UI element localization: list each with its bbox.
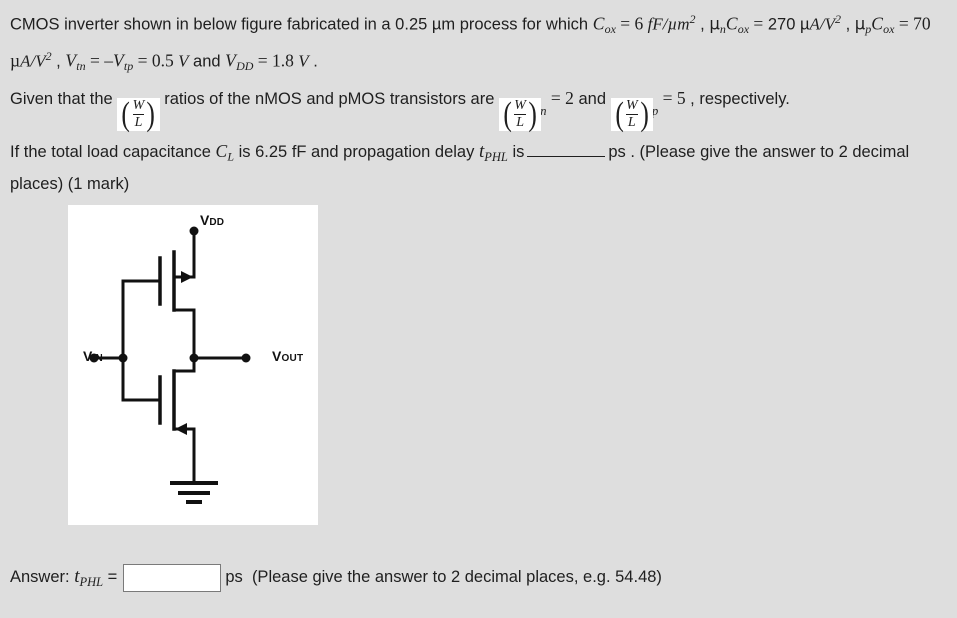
figure-label-vin: VIN xyxy=(83,348,103,364)
line3-tail-text: , respectively. xyxy=(685,89,790,108)
vout-label-subscript: OUT xyxy=(281,353,304,364)
pmos-source-arrow-icon xyxy=(181,271,193,283)
vout-junction-dot xyxy=(189,353,199,363)
line3-mid-text: ratios of the nMOS and pMOS transistors … xyxy=(159,89,499,108)
question-paragraph-3: If the total load capacitance CL is 6.25… xyxy=(10,138,950,198)
wl-ratio-fraction-p: (W L) xyxy=(610,95,653,133)
question-page: CMOS inverter shown in below figure fabr… xyxy=(0,0,957,618)
volt-unit-1: V xyxy=(178,51,189,71)
vdd-equals: = 1.8 xyxy=(253,50,299,71)
vin-label-subscript: IN xyxy=(92,353,103,364)
figure-label-vdd: VDD xyxy=(200,212,224,228)
mup-cox-subscript: ox xyxy=(883,21,895,36)
mun-cox-subscript: ox xyxy=(737,21,750,36)
wl-numerator: W xyxy=(132,98,145,114)
vin-label-text: V xyxy=(83,348,93,364)
line3-lead-text: Given that the xyxy=(10,89,118,108)
mu-p-symbol: µ xyxy=(854,14,866,34)
vdd-symbol: V xyxy=(225,50,237,71)
right-paren-icon: ) xyxy=(528,95,537,133)
volt-unit-2: V xyxy=(298,51,309,71)
tphl-subscript: PHL xyxy=(484,149,508,164)
and-text-1: and xyxy=(188,52,226,71)
line2-period: . xyxy=(308,52,318,71)
wl-numerator: W xyxy=(514,98,526,114)
answer-equals: = xyxy=(103,568,118,586)
vdd-label-subscript: DD xyxy=(209,217,225,228)
wl-denominator: L xyxy=(134,115,143,131)
and-text-2: and xyxy=(573,89,611,108)
wl-ratio-fraction: (W L) xyxy=(117,95,160,133)
vtp-symbol: V xyxy=(112,50,124,71)
line4-mid-text: is 6.25 fF and propagation delay xyxy=(234,143,479,162)
answer-label: Answer: xyxy=(10,568,75,586)
mu-n-symbol: µ xyxy=(709,14,720,34)
line2-value-1: 270 µ xyxy=(767,15,810,34)
vin-junction-dot xyxy=(118,353,128,363)
separator-1: , xyxy=(695,15,710,34)
line4-is-text: is xyxy=(507,143,525,162)
cmos-inverter-schematic xyxy=(89,226,251,504)
answer-unit: ps xyxy=(225,568,243,586)
question-text: CMOS inverter shown in below figure fabr… xyxy=(10,6,950,198)
line2-unit-2: A/V xyxy=(20,51,46,71)
vdd-subscript: DD xyxy=(236,58,254,73)
cox-subscript: ox xyxy=(604,21,616,36)
right-paren-icon: ) xyxy=(146,95,156,133)
vtn-symbol: V xyxy=(65,50,77,71)
answer-hint: (Please give the answer to 2 decimal pla… xyxy=(251,568,662,586)
wl-p-group: (W L) p = 5 xyxy=(610,87,686,132)
left-paren-icon: ( xyxy=(121,95,131,133)
line4-lead-text: If the total load capacitance xyxy=(10,143,216,162)
answer-row: Answer: tPHL = ps (Please give the answer… xyxy=(10,562,662,597)
vtp-equals: = 0.5 xyxy=(133,50,179,71)
vtp-subscript: tp xyxy=(123,58,134,73)
separator-2: , xyxy=(840,15,855,34)
answer-input[interactable] xyxy=(123,563,222,592)
nmos-source-arrow-icon xyxy=(175,423,187,435)
mup-cox-symbol: C xyxy=(871,13,884,34)
left-paren-icon: ( xyxy=(615,95,624,133)
answer-blank-underline xyxy=(527,143,606,158)
figure-label-vout: VOUT xyxy=(272,348,303,364)
wl-denominator: L xyxy=(627,115,636,131)
cox-symbol: C xyxy=(592,13,605,34)
question-paragraph-2: Given that the (W L) ratios of the nMOS a… xyxy=(10,85,950,133)
cox-unit: fF/µm xyxy=(647,14,690,34)
cox-equals: = 6 xyxy=(615,13,648,34)
separator-3: , xyxy=(51,52,66,71)
wl-denominator: L xyxy=(516,115,525,131)
line4-tail-text: ps . (Please give the xyxy=(608,143,758,162)
mun-cox-symbol: C xyxy=(725,13,738,34)
right-paren-icon: ) xyxy=(640,95,649,133)
vtn-subscript: tn xyxy=(76,58,86,73)
question-line1-text: CMOS inverter shown in below figure fabr… xyxy=(10,15,593,34)
wl-ratio-fraction-n: (W L) xyxy=(498,95,542,133)
vdd-label-text: V xyxy=(200,212,210,228)
vout-label-text: V xyxy=(272,348,282,364)
wl-n-group: (W L) n = 2 xyxy=(498,87,574,132)
wl-numerator: W xyxy=(625,98,638,114)
cl-symbol: C xyxy=(215,141,228,162)
line2-unit-1: A/V xyxy=(809,14,835,34)
vtn-equals: = – xyxy=(85,50,113,71)
wl-p-equals: = 5 xyxy=(658,87,686,108)
wl-n-equals: = 2 xyxy=(546,87,574,108)
question-paragraph-1: CMOS inverter shown in below figure fabr… xyxy=(10,6,950,80)
mun-cox-equals: = xyxy=(749,13,764,34)
left-paren-icon: ( xyxy=(503,95,512,133)
vout-terminal-dot xyxy=(241,353,251,363)
answer-symbol-subscript: PHL xyxy=(79,574,104,589)
